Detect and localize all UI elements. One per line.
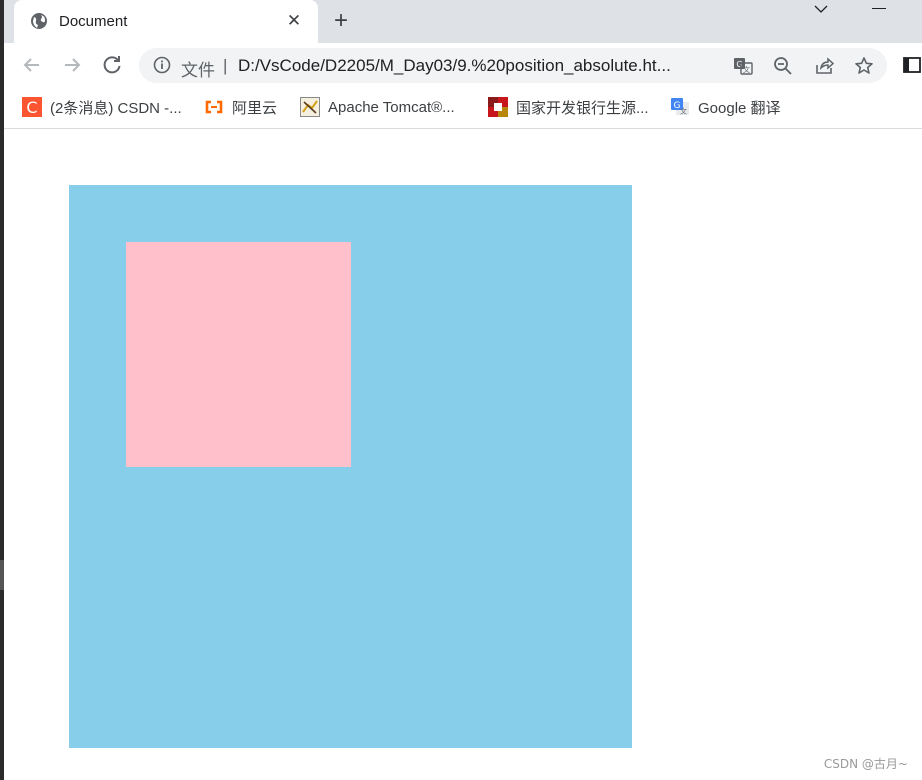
file-scheme-label: 文件 (181, 61, 215, 81)
cdb-icon (488, 97, 508, 117)
close-icon[interactable]: ✕ (284, 11, 304, 31)
minimize-icon[interactable] (868, 2, 892, 14)
bookmark-label: 国家开发银行生源... (516, 99, 649, 117)
outer-box (69, 185, 632, 748)
side-panel-icon[interactable] (902, 55, 922, 75)
svg-text:文: 文 (680, 107, 687, 116)
bookmark-label: 阿里云 (232, 99, 278, 117)
arrow-left-icon[interactable] (20, 53, 44, 77)
tab-document[interactable]: Document ✕ (14, 0, 318, 43)
google-translate-icon: G文 (670, 97, 690, 117)
url-text[interactable]: D:/VsCode/D2205/M_Day03/9.%20position_ab… (238, 56, 718, 76)
watermark: CSDN @古月~ (823, 757, 908, 771)
tomcat-icon (300, 97, 320, 117)
tab-strip: Document ✕ + (4, 0, 922, 43)
arrow-right-icon[interactable] (60, 53, 84, 77)
svg-text:文: 文 (743, 65, 750, 74)
reload-icon[interactable] (100, 53, 124, 77)
globe-icon (30, 12, 48, 30)
share-icon[interactable] (814, 56, 835, 76)
bookmark-cdb[interactable]: 国家开发银行生源... (488, 96, 649, 118)
bookmark-tomcat[interactable]: Apache Tomcat®... (300, 96, 455, 118)
chevron-down-icon[interactable] (812, 2, 830, 16)
translate-icon[interactable]: G文 (733, 56, 753, 76)
page-content: CSDN @古月~ (4, 129, 922, 780)
bookmark-csdn[interactable]: C (2条消息) CSDN -... (22, 96, 182, 118)
aliyun-icon (204, 97, 224, 117)
bookmark-label: (2条消息) CSDN -... (50, 99, 182, 117)
new-tab-button[interactable]: + (328, 8, 354, 34)
bookmark-label: Apache Tomcat®... (328, 98, 455, 116)
bookmark-google-translate[interactable]: G文 Google 翻译 (670, 96, 781, 118)
info-icon[interactable] (153, 56, 171, 74)
star-icon[interactable] (854, 56, 874, 76)
toolbar: 文件 | D:/VsCode/D2205/M_Day03/9.%20positi… (4, 43, 922, 88)
svg-text:C: C (26, 98, 37, 117)
browser-window: Document ✕ + 文件 | D:/VsCode/D2205/M_Day0… (0, 0, 922, 780)
bookmarks-bar: C (2条消息) CSDN -... 阿里云 Apache Tomcat®...… (4, 88, 922, 129)
bookmark-label: Google 翻译 (698, 99, 781, 117)
address-bar[interactable]: 文件 | D:/VsCode/D2205/M_Day03/9.%20positi… (139, 48, 887, 83)
bookmark-aliyun[interactable]: 阿里云 (204, 96, 277, 118)
csdn-icon: C (22, 97, 42, 117)
inner-box (126, 242, 351, 467)
tab-title: Document (59, 13, 128, 30)
url-separator: | (223, 56, 228, 75)
zoom-out-icon[interactable] (773, 56, 793, 76)
